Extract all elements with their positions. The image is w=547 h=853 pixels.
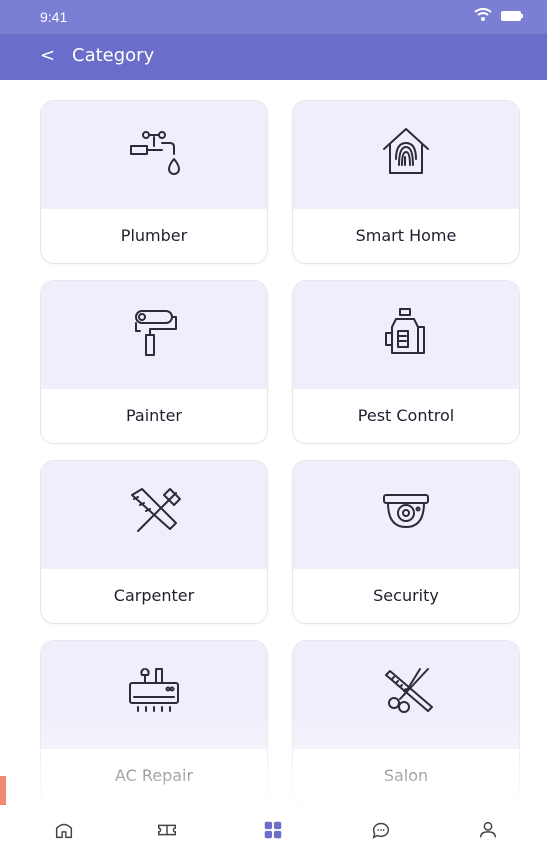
faucet-icon <box>130 131 180 175</box>
category-card-salon[interactable]: Salon <box>292 640 520 804</box>
category-label: Plumber <box>120 226 188 245</box>
category-label: Carpenter <box>113 586 195 605</box>
smart-home-fingerprint-icon <box>383 128 429 174</box>
user-icon <box>479 821 497 838</box>
page-title: Category <box>72 45 155 66</box>
security-camera-icon <box>383 494 429 528</box>
chat-icon <box>372 822 390 839</box>
grid-icon <box>264 821 282 839</box>
scissors-comb-icon <box>385 668 433 713</box>
bottom-tab-bar <box>0 805 547 853</box>
ticket-icon <box>158 824 176 836</box>
category-card-painter[interactable]: Painter <box>40 280 268 444</box>
category-card-ac-repair[interactable]: AC Repair <box>40 640 268 804</box>
tab-category[interactable] <box>253 815 293 845</box>
category-label: Smart Home <box>355 226 457 245</box>
tab-messages[interactable] <box>361 815 401 845</box>
category-label: Security <box>373 586 439 605</box>
category-label: AC Repair <box>114 766 194 785</box>
tab-profile[interactable] <box>468 815 508 845</box>
status-bar: 9:41 <box>0 0 547 32</box>
status-time: 9:41 <box>40 9 68 25</box>
wifi-icon <box>474 8 492 21</box>
category-label: Salon <box>383 766 429 785</box>
category-label: Pest Control <box>357 406 455 425</box>
category-card-carpenter[interactable]: Carpenter <box>40 460 268 624</box>
ac-repair-icon <box>129 668 179 712</box>
battery-icon <box>501 11 523 21</box>
category-card-pest-control[interactable]: Pest Control <box>292 280 520 444</box>
category-card-security[interactable]: Security <box>292 460 520 624</box>
paint-roller-icon <box>135 310 177 356</box>
home-icon <box>55 823 73 839</box>
category-card-smart-home[interactable]: Smart Home <box>292 100 520 264</box>
navigation-bar: < Category <box>0 34 547 80</box>
tab-tickets[interactable] <box>147 815 187 845</box>
app-header: 9:41 < Category <box>0 0 547 80</box>
tab-home[interactable] <box>44 815 84 845</box>
category-label: Painter <box>125 406 182 425</box>
category-card-plumber[interactable]: Plumber <box>40 100 268 264</box>
back-button[interactable]: < <box>40 46 55 66</box>
sprayer-icon <box>385 308 425 354</box>
saw-hammer-icon <box>131 488 181 532</box>
